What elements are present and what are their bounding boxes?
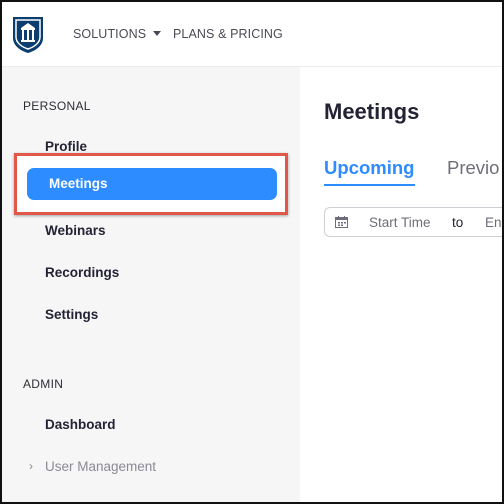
tab-upcoming[interactable]: Upcoming: [324, 157, 414, 179]
page-title: Meetings: [324, 99, 420, 124]
calendar-icon: [335, 216, 348, 228]
sidebar-item-settings[interactable]: Settings: [45, 307, 98, 322]
end-time-input[interactable]: End: [485, 215, 502, 230]
screenshot-frame: SOLUTIONS PLANS & PRICING PERSONAL Profi…: [0, 0, 504, 504]
tab-previous[interactable]: Previo: [447, 157, 499, 179]
sidebar-section-admin: ADMIN: [23, 377, 64, 391]
sidebar: PERSONAL Profile Meetings Webinars Recor…: [2, 67, 300, 502]
highlight-annotation-box: Meetings: [14, 153, 288, 215]
sidebar-item-profile[interactable]: Profile: [45, 139, 87, 154]
date-range-filter[interactable]: Start Time to End: [324, 207, 502, 237]
top-navigation-bar: SOLUTIONS PLANS & PRICING: [2, 2, 502, 67]
date-range-separator: to: [452, 215, 464, 230]
chevron-down-icon: [153, 31, 162, 37]
sidebar-item-recordings[interactable]: Recordings: [45, 265, 119, 280]
main-content: Meetings Upcoming Previo Start Time to E…: [300, 67, 502, 502]
nav-plans-pricing[interactable]: PLANS & PRICING: [173, 27, 283, 41]
nav-solutions-label: SOLUTIONS: [73, 27, 147, 41]
sidebar-item-dashboard[interactable]: Dashboard: [45, 417, 116, 432]
chevron-right-icon: ›: [29, 459, 33, 473]
sidebar-item-label: Meetings: [49, 176, 108, 191]
university-shield-logo[interactable]: [12, 16, 44, 54]
nav-solutions[interactable]: SOLUTIONS: [73, 27, 162, 41]
sidebar-section-personal: PERSONAL: [23, 99, 91, 113]
active-tab-underline: [324, 184, 415, 186]
sidebar-item-user-management[interactable]: User Management: [45, 459, 156, 474]
start-time-input[interactable]: Start Time: [369, 215, 431, 230]
sidebar-item-webinars[interactable]: Webinars: [45, 223, 106, 238]
sidebar-item-meetings[interactable]: Meetings: [27, 168, 277, 200]
